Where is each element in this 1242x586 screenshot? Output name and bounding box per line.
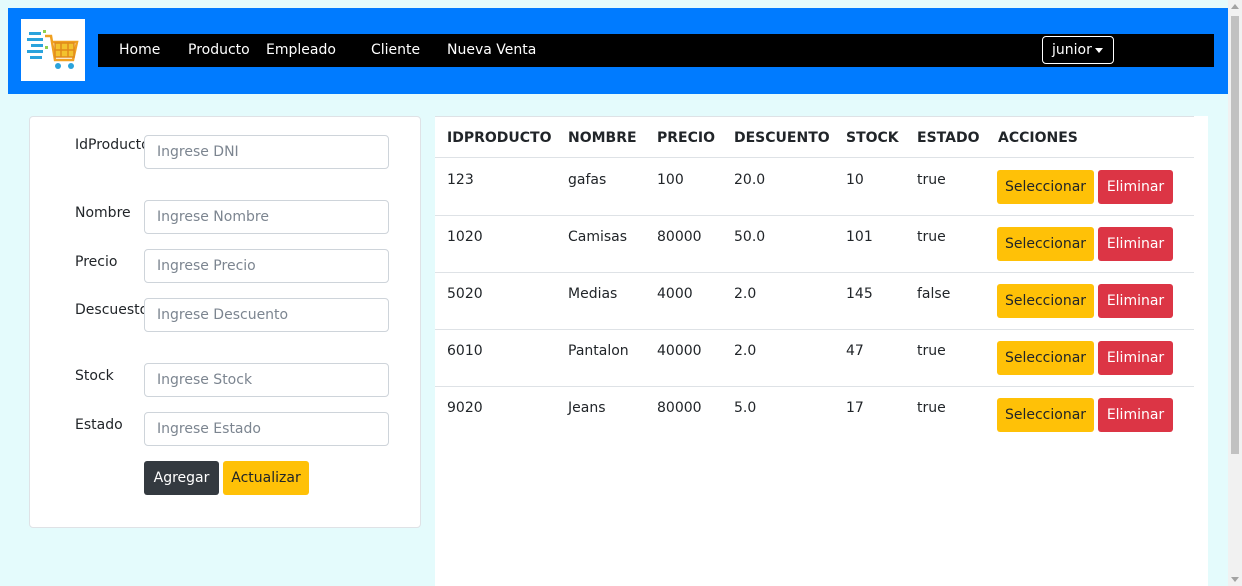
cell-precio: 40000 (657, 343, 702, 359)
cell-estado: true (917, 172, 946, 188)
cell-idproducto: 123 (447, 172, 474, 188)
cell-stock: 145 (846, 286, 873, 302)
cell-precio: 4000 (657, 286, 693, 302)
cell-idproducto: 1020 (447, 229, 483, 245)
cell-stock: 17 (846, 400, 864, 416)
caret-down-icon (1095, 48, 1103, 53)
nombre-input[interactable] (144, 200, 389, 234)
cell-nombre: Medias (568, 286, 618, 302)
label-estado: Estado (75, 417, 123, 433)
cell-precio: 80000 (657, 400, 702, 416)
cell-stock: 101 (846, 229, 873, 245)
scrollbar-thumb[interactable] (1231, 16, 1239, 454)
cell-descuento: 2.0 (734, 286, 757, 302)
cell-estado: true (917, 343, 946, 359)
cell-idproducto: 9020 (447, 400, 483, 416)
nav-nueva-venta[interactable]: Nueva Venta (447, 34, 536, 67)
cell-estado: true (917, 229, 946, 245)
col-header-estado: ESTADO (917, 130, 980, 146)
update-button[interactable]: Actualizar (223, 461, 309, 495)
shopping-cart-logo-icon (27, 30, 79, 69)
user-name: junior (1052, 42, 1092, 58)
col-header-nombre: NOMBRE (568, 130, 637, 146)
main-navbar: Home Producto Empleado Cliente Nueva Ven… (98, 34, 1214, 67)
select-button[interactable]: Seleccionar (997, 398, 1094, 432)
scroll-up-icon[interactable] (1231, 4, 1239, 9)
cell-estado: true (917, 400, 946, 416)
page-background: Home Producto Empleado Cliente Nueva Ven… (0, 0, 1228, 586)
delete-button[interactable]: Eliminar (1098, 398, 1173, 432)
products-table: IDPRODUCTO NOMBRE PRECIO DESCUENTO STOCK… (435, 116, 1208, 586)
label-descuento: Descuesto (75, 302, 149, 318)
row-divider (435, 329, 1194, 330)
col-header-precio: PRECIO (657, 130, 715, 146)
cell-precio: 80000 (657, 229, 702, 245)
user-dropdown-button[interactable]: junior (1042, 36, 1114, 64)
label-idproducto: IdProducto (75, 137, 150, 153)
cell-nombre: Jeans (568, 400, 606, 416)
cell-nombre: gafas (568, 172, 607, 188)
descuento-input[interactable] (144, 298, 389, 332)
stock-input[interactable] (144, 363, 389, 397)
row-divider (435, 386, 1194, 387)
select-button[interactable]: Seleccionar (997, 170, 1094, 204)
col-header-descuento: DESCUENTO (734, 130, 830, 146)
select-button[interactable]: Seleccionar (997, 227, 1094, 261)
delete-button[interactable]: Eliminar (1098, 341, 1173, 375)
cell-idproducto: 6010 (447, 343, 483, 359)
select-button[interactable]: Seleccionar (997, 284, 1094, 318)
cell-idproducto: 5020 (447, 286, 483, 302)
label-stock: Stock (75, 368, 114, 384)
cell-stock: 10 (846, 172, 864, 188)
nav-cliente[interactable]: Cliente (371, 34, 420, 67)
top-header: Home Producto Empleado Cliente Nueva Ven… (8, 8, 1228, 94)
cell-descuento: 5.0 (734, 400, 757, 416)
cell-nombre: Camisas (568, 229, 628, 245)
precio-input[interactable] (144, 249, 389, 283)
delete-button[interactable]: Eliminar (1098, 284, 1173, 318)
idproducto-input[interactable] (144, 135, 389, 169)
cell-precio: 100 (657, 172, 684, 188)
select-button[interactable]: Seleccionar (997, 341, 1094, 375)
col-header-stock: STOCK (846, 130, 899, 146)
cell-estado: false (917, 286, 951, 302)
add-button[interactable]: Agregar (144, 461, 219, 495)
row-divider (435, 215, 1194, 216)
scroll-down-icon[interactable] (1231, 577, 1239, 582)
nav-producto[interactable]: Producto (188, 34, 250, 67)
delete-button[interactable]: Eliminar (1098, 227, 1173, 261)
cell-descuento: 20.0 (734, 172, 766, 188)
vertical-scrollbar[interactable] (1228, 0, 1242, 586)
cell-stock: 47 (846, 343, 864, 359)
logo[interactable] (21, 19, 85, 81)
row-divider (435, 272, 1194, 273)
table-top-border (435, 116, 1194, 117)
nav-empleado[interactable]: Empleado (266, 34, 336, 67)
label-nombre: Nombre (75, 205, 131, 221)
header-divider (435, 157, 1194, 158)
estado-input[interactable] (144, 412, 389, 446)
nav-home[interactable]: Home (119, 34, 160, 67)
cell-descuento: 2.0 (734, 343, 757, 359)
label-precio: Precio (75, 254, 118, 270)
delete-button[interactable]: Eliminar (1098, 170, 1173, 204)
col-header-idproducto: IDPRODUCTO (447, 130, 552, 146)
product-form: IdProducto Nombre Precio Descuesto Stock… (29, 116, 421, 528)
cell-nombre: Pantalon (568, 343, 629, 359)
cell-descuento: 50.0 (734, 229, 766, 245)
col-header-acciones: ACCIONES (998, 130, 1078, 146)
